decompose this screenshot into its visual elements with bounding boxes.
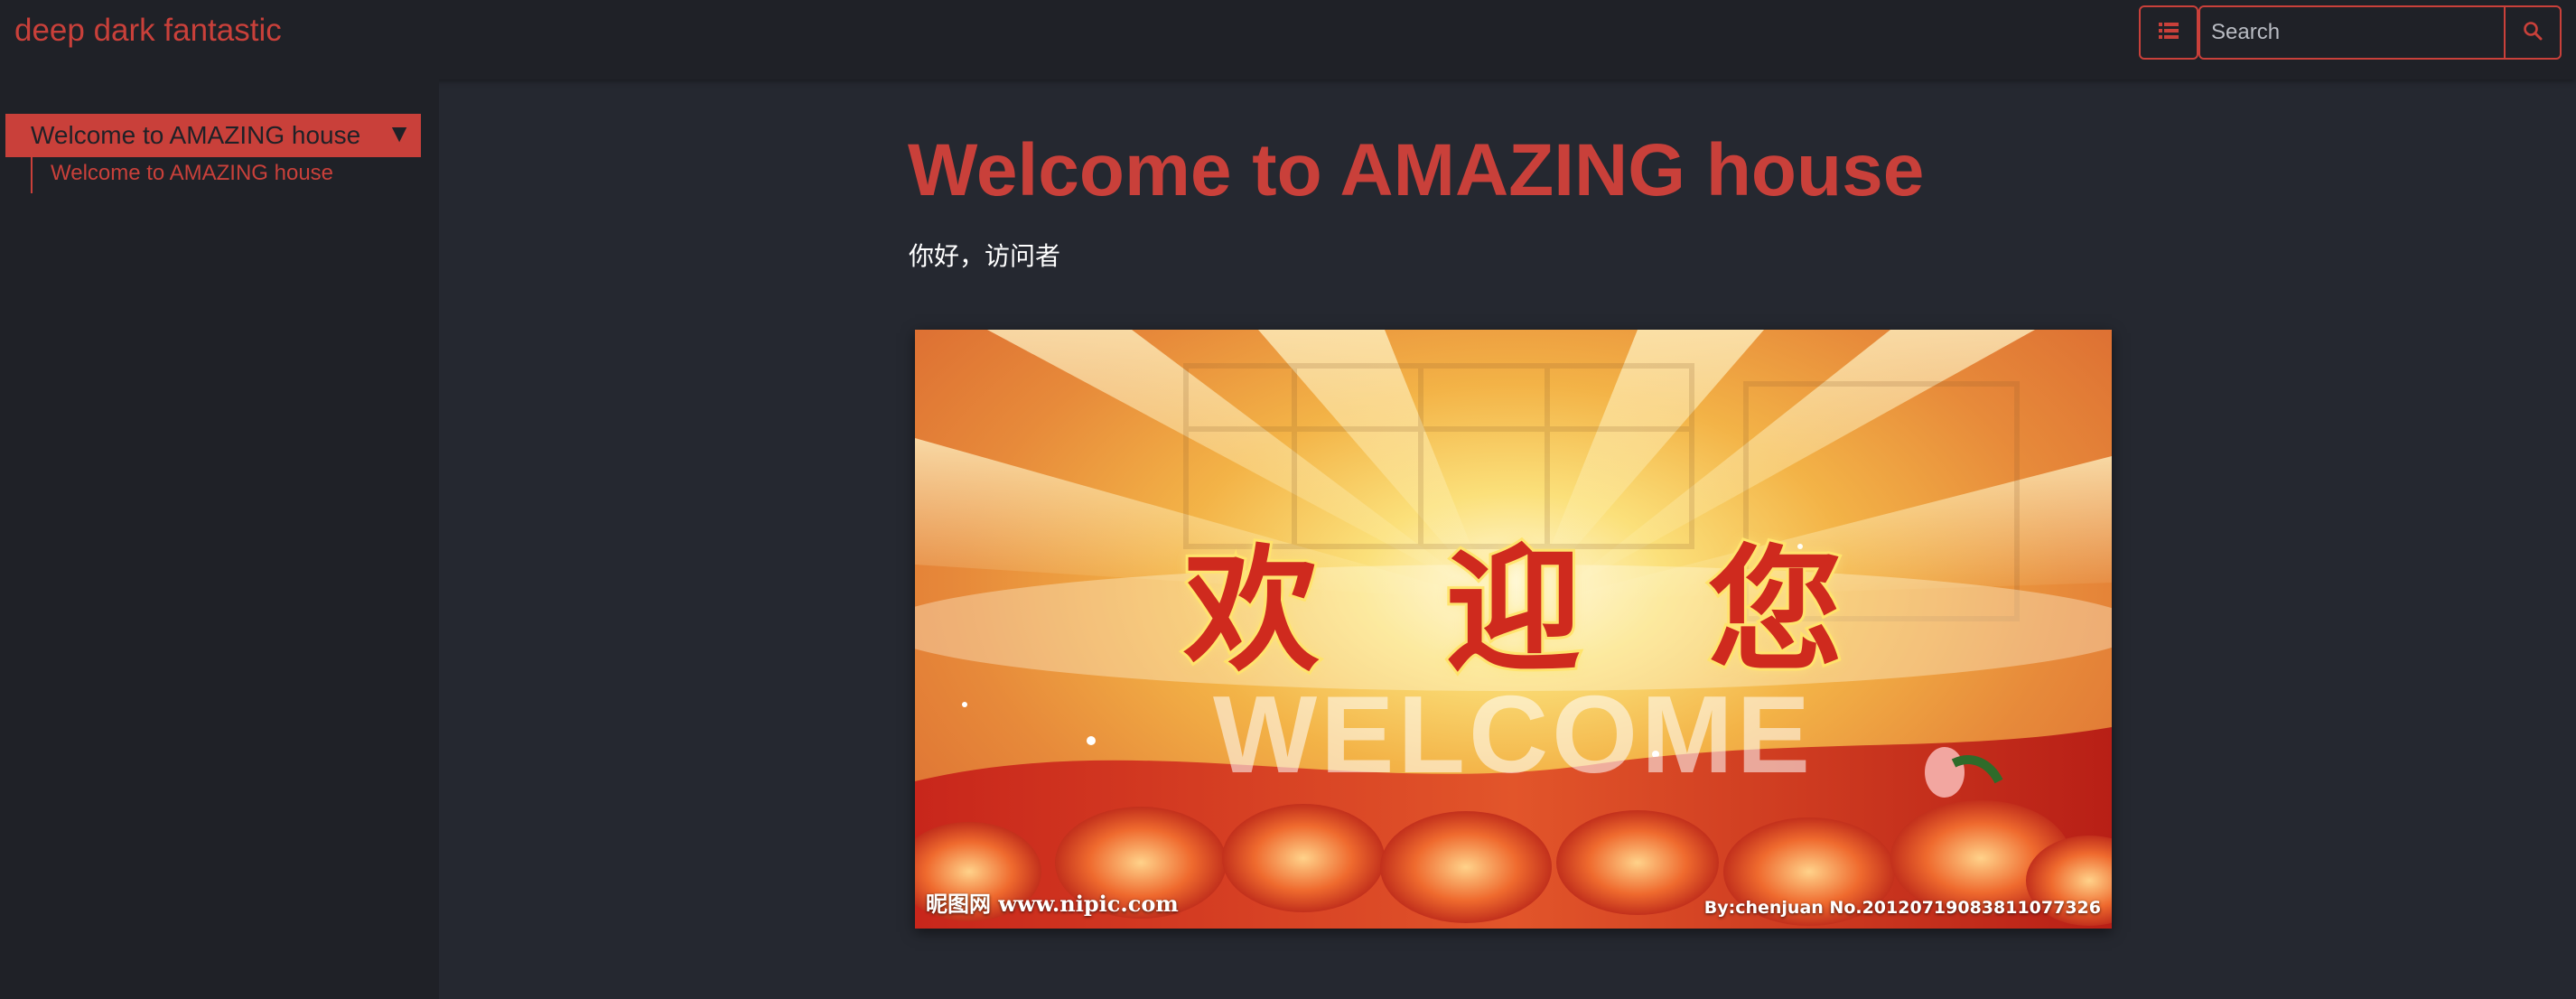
search-button[interactable] [2504,7,2560,58]
tree-indent-line [31,157,33,193]
brand-title[interactable]: deep dark fantastic [14,13,282,49]
sidebar-subitem-welcome[interactable]: Welcome to AMAZING house [51,161,333,186]
sidebar: Welcome to AMAZING house ▼ Welcome to AM… [0,79,439,999]
top-navbar: deep dark fantastic [0,0,2576,79]
sidebar-item-welcome[interactable]: Welcome to AMAZING house ▼ [5,114,421,157]
sidebar-item-label: Welcome to AMAZING house [31,121,361,149]
banner-watermark-right: By:chenjuan No.20120719083811077326 [1703,898,2101,918]
banner-watermark-left: 昵图网 www.nipic.com [926,891,1179,917]
search-input[interactable] [2200,7,2504,58]
banner-chinese-text: 欢迎您 [1181,528,1970,693]
triangle-down-icon[interactable]: ▼ [387,119,412,148]
welcome-banner-image: 欢迎您 WELCOME 昵图网 www.nipic.com By:chenjua… [915,330,2112,929]
banner-english-text: WELCOME [1212,673,1815,796]
list-icon [2159,22,2179,44]
search-icon [2523,21,2543,45]
list-menu-button[interactable] [2139,5,2198,60]
greeting-text: 你好，访问者 [909,242,1061,270]
page-title: Welcome to AMAZING house [908,129,1925,211]
search-box [2198,5,2562,60]
